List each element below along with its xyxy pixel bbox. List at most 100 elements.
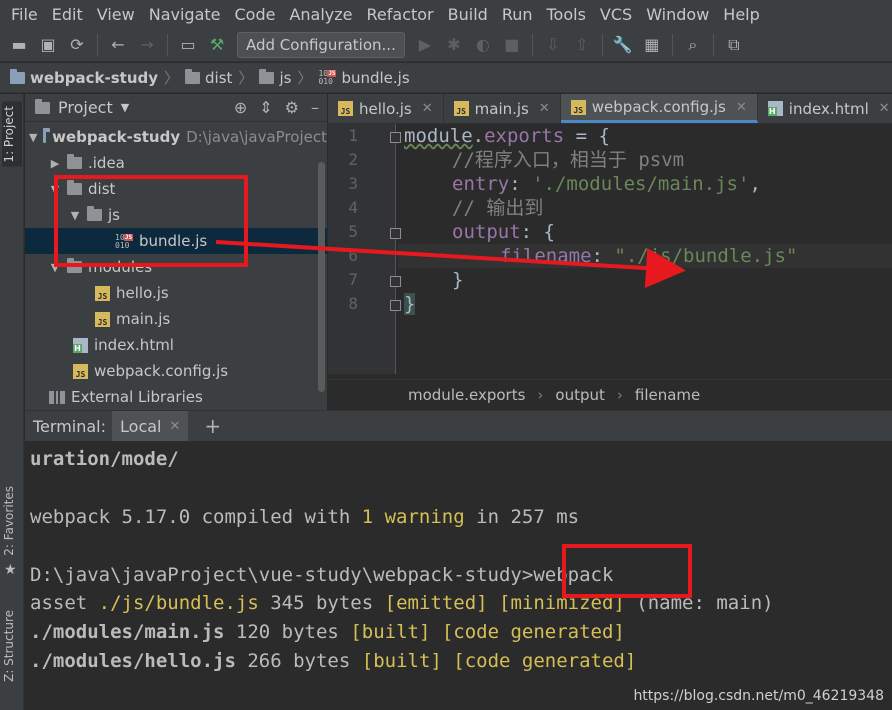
- menu-vcs[interactable]: VCS: [593, 5, 639, 24]
- tree-item-main[interactable]: JS main.js: [25, 306, 327, 332]
- menu-view[interactable]: View: [90, 5, 142, 24]
- run-icon[interactable]: ▶: [412, 32, 438, 58]
- build-hammer-icon[interactable]: ⚒: [204, 32, 230, 58]
- tab-webpack-config-js[interactable]: JS webpack.config.js ✕: [560, 94, 758, 123]
- menu-file[interactable]: File: [4, 5, 45, 24]
- breadcrumb-project[interactable]: webpack-study: [10, 68, 158, 87]
- vcs-commit-icon[interactable]: ⇧: [569, 32, 595, 58]
- tab-hello-js[interactable]: JS hello.js ✕: [328, 94, 444, 123]
- toolbar-separator: [601, 33, 603, 56]
- menu-tools[interactable]: Tools: [540, 5, 593, 24]
- structure-tool-tab[interactable]: Z: Structure: [2, 610, 16, 682]
- forward-arrow-icon[interactable]: →: [134, 32, 160, 58]
- select-target-icon[interactable]: ▭: [175, 32, 201, 58]
- main-toolbar: ▬ ▣ ⟳ ← → ▭ ⚒ Add Configuration... ▶ ✱ ◐…: [0, 28, 892, 62]
- presentation-icon[interactable]: ⧉: [721, 32, 747, 58]
- tab-main-js[interactable]: JS main.js ✕: [444, 94, 561, 123]
- project-structure-icon[interactable]: ▦: [639, 32, 665, 58]
- fold-marker-icon[interactable]: [390, 300, 401, 311]
- project-tool-tab[interactable]: 1: Project: [2, 102, 22, 167]
- tab-label: index.html: [788, 99, 869, 118]
- collapsed-arrow-icon[interactable]: ▶: [49, 157, 61, 170]
- tab-index-html[interactable]: H index.html ✕: [758, 94, 892, 123]
- javascript-file-icon: JS: [453, 101, 469, 116]
- tree-item-config[interactable]: JS webpack.config.js: [25, 358, 327, 384]
- tree-item-label: .idea: [88, 154, 125, 172]
- code-token: entry: [452, 173, 510, 195]
- terminal-line: webpack 5.17.0 compiled with 1 warning i…: [30, 503, 579, 531]
- coverage-icon[interactable]: ◐: [470, 32, 496, 58]
- vcs-update-icon[interactable]: ⇩: [540, 32, 566, 58]
- terminal-text: in 257 ms: [464, 506, 580, 528]
- tree-item-index[interactable]: H index.html: [25, 332, 327, 358]
- collapse-all-icon[interactable]: ⇕: [259, 98, 272, 117]
- tab-label: Local: [120, 416, 162, 436]
- hide-panel-icon[interactable]: –: [311, 98, 319, 117]
- terminal-text: 266 bytes: [235, 650, 362, 672]
- editor-breadcrumb-item[interactable]: filename: [635, 386, 700, 404]
- new-terminal-plus-icon[interactable]: +: [194, 414, 221, 438]
- tab-label: webpack.config.js: [591, 98, 726, 116]
- editor-breadcrumb-item[interactable]: output: [555, 386, 604, 404]
- code-token: exports: [484, 125, 565, 147]
- favorites-tool-tab[interactable]: 2: Favorites: [2, 486, 16, 556]
- code-area[interactable]: module.exports = { //程序入口，相当于 psvm entry…: [398, 124, 892, 374]
- fold-marker-icon[interactable]: [390, 228, 401, 239]
- wrench-icon[interactable]: 🔧: [610, 32, 636, 58]
- expanded-arrow-icon[interactable]: ▼: [29, 131, 37, 144]
- menu-help[interactable]: Help: [716, 5, 766, 24]
- editor-breadcrumb-item[interactable]: module.exports: [408, 386, 525, 404]
- menu-analyze[interactable]: Analyze: [282, 5, 359, 24]
- tree-item-idea[interactable]: ▶ .idea: [25, 150, 327, 176]
- toolbar-separator: [97, 33, 98, 56]
- tree-item-hello[interactable]: JS hello.js: [25, 280, 327, 306]
- chevron-right-icon: 〉: [164, 69, 180, 87]
- code-line-3: entry: './modules/main.js',: [404, 172, 761, 196]
- debug-icon[interactable]: ✱: [441, 32, 467, 58]
- tree-scrollbar[interactable]: [318, 162, 325, 392]
- javascript-file-icon: JS: [95, 311, 110, 327]
- menu-build[interactable]: Build: [441, 5, 495, 24]
- tree-item-root[interactable]: ▼ webpack-study D:\java\javaProject: [25, 124, 327, 150]
- tree-item-libraries[interactable]: External Libraries: [25, 384, 327, 410]
- menu-refactor[interactable]: Refactor: [360, 5, 441, 24]
- close-icon[interactable]: ✕: [736, 100, 747, 115]
- open-folder-icon[interactable]: ▬: [6, 32, 32, 58]
- sync-icon[interactable]: ⟳: [64, 32, 90, 58]
- html-file-icon: H: [767, 101, 783, 116]
- add-configuration-button[interactable]: Add Configuration...: [237, 31, 405, 58]
- tree-item-label: hello.js: [116, 284, 169, 302]
- search-icon[interactable]: ⌕: [680, 32, 706, 58]
- close-icon[interactable]: ✕: [169, 419, 180, 434]
- project-folder-icon: [10, 68, 25, 84]
- fold-marker-icon[interactable]: [390, 276, 401, 287]
- fold-marker-icon[interactable]: [390, 132, 401, 143]
- locate-target-icon[interactable]: ⊕: [234, 98, 247, 117]
- project-view-selector[interactable]: Project ▼: [35, 98, 129, 117]
- save-icon[interactable]: ▣: [35, 32, 61, 58]
- tab-local[interactable]: Local ✕: [112, 411, 189, 441]
- code-token: .: [472, 125, 485, 147]
- close-icon[interactable]: ✕: [422, 101, 433, 116]
- back-arrow-icon[interactable]: ←: [105, 32, 131, 58]
- tree-item-label: webpack.config.js: [94, 362, 229, 380]
- close-icon[interactable]: ✕: [879, 101, 890, 116]
- gear-icon[interactable]: ⚙: [285, 98, 299, 117]
- menu-code[interactable]: Code: [228, 5, 283, 24]
- breadcrumb-file[interactable]: 10 010 JS bundle.js: [318, 69, 409, 87]
- menu-run[interactable]: Run: [495, 5, 540, 24]
- menu-window[interactable]: Window: [639, 5, 716, 24]
- terminal-highlight-text: [built] [code generated]: [350, 621, 625, 643]
- code-line-8: }: [404, 292, 416, 316]
- breadcrumb-dist[interactable]: dist: [185, 68, 232, 87]
- stop-icon[interactable]: ■: [499, 32, 525, 58]
- breadcrumb-js-label: js: [279, 68, 292, 87]
- left-tool-strip: 1: Project 2: Favorites ★ Z: Structure: [0, 94, 24, 710]
- menu-edit[interactable]: Edit: [45, 5, 90, 24]
- terminal-line: uration/mode/: [30, 448, 179, 470]
- menu-navigate[interactable]: Navigate: [142, 5, 228, 24]
- tree-item-label: index.html: [94, 336, 174, 354]
- close-icon[interactable]: ✕: [539, 101, 550, 116]
- terminal-text: webpack 5.17.0 compiled with: [30, 506, 362, 528]
- breadcrumb-js[interactable]: js: [259, 68, 292, 87]
